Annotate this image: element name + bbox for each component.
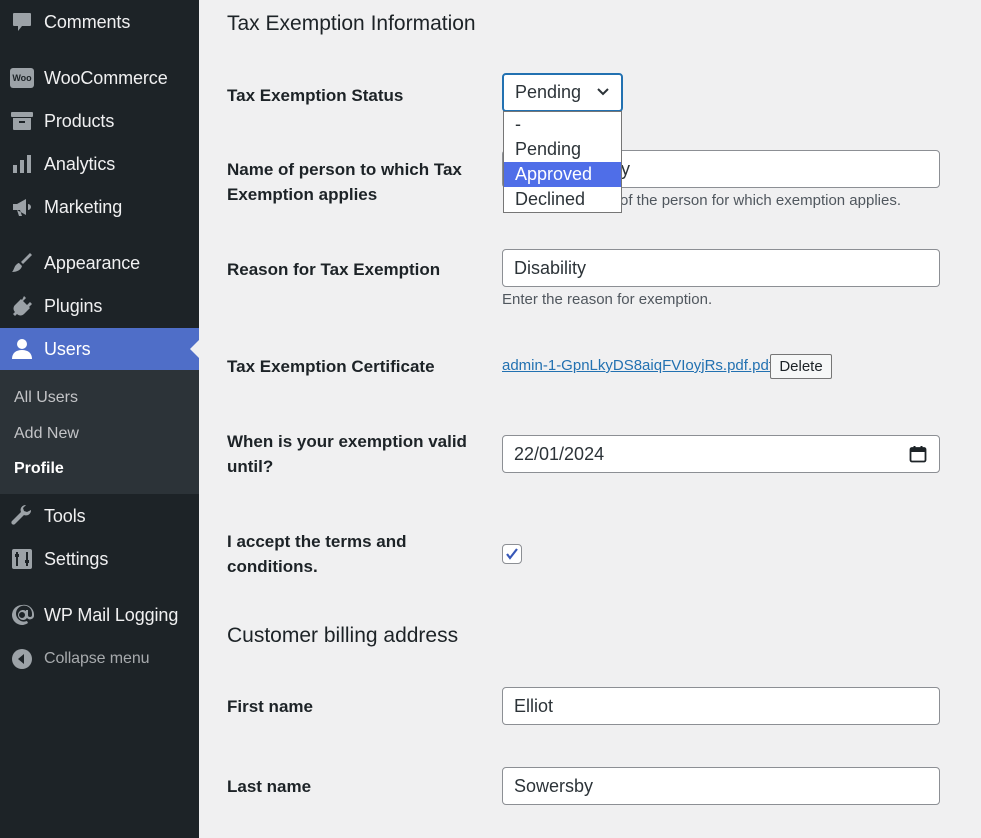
billing-first-name-input[interactable]: Elliot [502, 687, 940, 725]
sidebar-item-comments[interactable]: Comments [0, 1, 199, 43]
at-sign-icon [0, 603, 44, 627]
sidebar-item-label: Marketing [44, 196, 123, 217]
certificate-file-link[interactable]: admin-1-GpnLkyDS8aiqFVIoyjRs.pdf.pdf [502, 357, 773, 374]
person-desc-visible-text: of the person for which exemption applie… [620, 192, 901, 209]
select-value: Pending [515, 82, 582, 102]
sidebar-item-products[interactable]: Products [0, 100, 199, 142]
sidebar-item-plugins[interactable]: Plugins [0, 285, 199, 327]
sidebar-item-label: WooCommerce [44, 67, 168, 88]
tax-exemption-certificate-label: Tax Exemption Certificate [227, 357, 435, 376]
tax-exemption-status-select[interactable]: Pending [502, 73, 623, 112]
woocommerce-icon: Woo [0, 68, 44, 88]
bar-chart-icon [0, 152, 44, 176]
collapse-arrow-icon [0, 647, 44, 671]
input-value: 22/01/2024 [514, 443, 605, 464]
billing-section-title: Customer billing address [227, 624, 459, 647]
user-icon [0, 337, 44, 361]
chevron-down-icon [597, 88, 609, 96]
tax-exemption-status-label: Tax Exemption Status [227, 86, 404, 105]
terms-conditions-label: I accept the terms and conditions. [227, 532, 407, 576]
sidebar-item-label: Tools [44, 505, 86, 526]
calendar-icon[interactable] [909, 445, 927, 463]
sidebar-item-tools[interactable]: Tools [0, 495, 199, 537]
wrench-icon [0, 504, 44, 528]
sidebar-item-label: Appearance [44, 252, 141, 273]
sidebar-item-marketing[interactable]: Marketing [0, 186, 199, 228]
admin-sidebar: Comments Woo WooCommerce Products Analyt… [0, 0, 199, 838]
megaphone-icon [0, 195, 44, 219]
submenu-all-users[interactable]: All Users [14, 389, 78, 407]
checkmark-icon [506, 548, 518, 560]
tax-exemption-person-label: Name of person to which Tax Exemption ap… [227, 160, 462, 204]
input-value: Elliot [514, 695, 554, 716]
collapse-menu-label: Collapse menu [44, 650, 150, 667]
exemption-valid-until-label: When is your exemption valid until? [227, 432, 467, 476]
delete-certificate-button[interactable]: Delete [770, 354, 832, 379]
dropdown-option-approved[interactable]: Approved [504, 162, 621, 187]
input-value: y [621, 158, 630, 179]
sidebar-item-wp-mail-logging[interactable]: WP Mail Logging [0, 594, 199, 636]
dropdown-option-declined[interactable]: Declined [504, 187, 621, 212]
plug-icon [0, 294, 44, 318]
dropdown-option-none[interactable]: - [504, 112, 621, 137]
sidebar-item-label: Comments [44, 11, 131, 32]
input-value: Sowersby [514, 775, 594, 796]
sidebar-item-woocommerce[interactable]: Woo WooCommerce [0, 57, 199, 99]
sidebar-item-analytics[interactable]: Analytics [0, 143, 199, 185]
sidebar-item-label: Analytics [44, 153, 116, 174]
submenu-profile[interactable]: Profile [14, 460, 64, 478]
woo-badge: Woo [10, 68, 34, 88]
exemption-valid-until-date-input[interactable]: 22/01/2024 [502, 435, 940, 473]
comment-icon [0, 10, 44, 34]
sidebar-item-label: WP Mail Logging [44, 604, 179, 625]
sidebar-item-users[interactable]: Users [0, 328, 199, 370]
billing-last-name-label: Last name [227, 777, 312, 796]
tax-exemption-reason-input[interactable]: Disability [502, 249, 940, 287]
archive-icon [0, 109, 44, 133]
terms-checkbox[interactable] [502, 544, 522, 564]
users-submenu: All Users Add New Profile [0, 370, 199, 494]
input-value: Disability [514, 257, 587, 278]
sidebar-item-label: Users [44, 338, 91, 359]
tax-exemption-reason-label: Reason for Tax Exemption [227, 260, 441, 279]
submenu-add-new[interactable]: Add New [14, 425, 79, 443]
sidebar-item-label: Products [44, 110, 115, 131]
dropdown-option-pending[interactable]: Pending [504, 137, 621, 162]
billing-first-name-label: First name [227, 697, 313, 716]
sidebar-item-label: Settings [44, 548, 109, 569]
tax-exemption-section-title: Tax Exemption Information [227, 12, 476, 35]
tax-exemption-status-dropdown: - Pending Approved Declined [503, 111, 622, 213]
sidebar-item-settings[interactable]: Settings [0, 538, 199, 580]
sidebar-item-appearance[interactable]: Appearance [0, 242, 199, 284]
paintbrush-icon [0, 251, 44, 275]
collapse-menu-button[interactable]: Collapse menu [0, 638, 199, 680]
sidebar-item-label: Plugins [44, 295, 103, 316]
reason-field-description: Enter the reason for exemption. [502, 291, 713, 308]
billing-last-name-input[interactable]: Sowersby [502, 767, 940, 805]
sliders-icon [0, 547, 44, 571]
